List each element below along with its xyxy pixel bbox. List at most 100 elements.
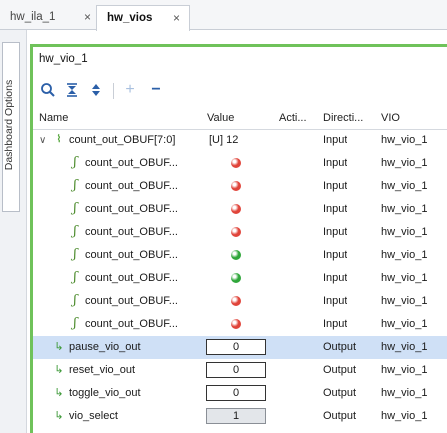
probe-vio: hw_vio_1: [381, 364, 428, 376]
probe-vio: hw_vio_1: [381, 318, 428, 330]
probe-name: toggle_vio_out: [69, 387, 141, 399]
output-probe-icon: ↳: [54, 364, 64, 376]
led-off-icon: [231, 227, 241, 237]
output-probe-icon: ↳: [54, 387, 64, 399]
table-row[interactable]: ʃ count_out_OBUF... Input hw_vio_1: [33, 313, 447, 336]
tab-hw-ila-1[interactable]: hw_ila_1 ×: [0, 5, 96, 29]
probe-direction: Input: [323, 157, 348, 169]
close-icon[interactable]: ×: [173, 6, 180, 30]
table-row[interactable]: ʃ count_out_OBUF... Input hw_vio_1: [33, 152, 447, 175]
probe-direction: Input: [323, 318, 348, 330]
search-icon[interactable]: [37, 79, 59, 101]
probe-name: vio_select: [69, 410, 118, 422]
probe-vio: hw_vio_1: [381, 272, 428, 284]
table-row[interactable]: ʃ count_out_OBUF... Input hw_vio_1: [33, 290, 447, 313]
probe-name: count_out_OBUF...: [85, 272, 178, 284]
probe-value-input[interactable]: 0: [206, 385, 266, 401]
wire-icon: ʃ: [73, 224, 77, 239]
probe-direction: Input: [323, 226, 348, 238]
panel-title: hw_vio_1: [39, 53, 88, 65]
table-row[interactable]: ʃ count_out_OBUF... Input hw_vio_1: [33, 198, 447, 221]
led-on-icon: [231, 250, 241, 260]
vio-dashboard-panel: hw_vio_1 + − Name Value Acti... Directi.…: [30, 44, 447, 433]
toolbar-separator: [113, 83, 114, 99]
led-off-icon: [231, 319, 241, 329]
led-off-icon: [231, 181, 241, 191]
output-probe-icon: ↳: [54, 410, 64, 422]
wire-icon: ʃ: [73, 155, 77, 170]
probe-name: count_out_OBUF[7:0]: [69, 134, 176, 146]
probe-name: count_out_OBUF...: [85, 295, 178, 307]
probe-value-input[interactable]: 0: [206, 339, 266, 355]
chevron-down-icon[interactable]: ∨: [39, 129, 46, 152]
probe-name: pause_vio_out: [69, 341, 141, 353]
table-header: Name Value Acti... Directi... VIO: [33, 107, 447, 130]
probe-direction: Input: [323, 295, 348, 307]
probe-direction: Input: [323, 272, 348, 284]
table-row[interactable]: ↳ vio_select 1 Output hw_vio_1: [33, 405, 447, 428]
probe-direction: Input: [323, 249, 348, 261]
probe-vio: hw_vio_1: [381, 410, 428, 422]
tab-label: hw_ila_1: [10, 11, 56, 23]
wire-icon: ʃ: [73, 316, 77, 331]
table-row[interactable]: ʃ count_out_OBUF... Input hw_vio_1: [33, 244, 447, 267]
bus-icon: ⌇: [56, 134, 62, 145]
wire-icon: ʃ: [73, 178, 77, 193]
probe-direction: Output: [323, 410, 357, 422]
side-strip: Dashboard Options: [0, 30, 27, 433]
add-probe-icon[interactable]: +: [119, 79, 141, 101]
dashboard-options-tab[interactable]: Dashboard Options: [2, 42, 20, 212]
probe-vio: hw_vio_1: [381, 157, 428, 169]
led-off-icon: [231, 158, 241, 168]
table-row[interactable]: ↳ toggle_vio_out 0 Output hw_vio_1: [33, 382, 447, 405]
wire-icon: ʃ: [73, 293, 77, 308]
probe-value-input[interactable]: 0: [206, 362, 266, 378]
column-name[interactable]: Name: [39, 107, 68, 129]
wire-icon: ʃ: [73, 201, 77, 216]
probe-direction: Output: [323, 387, 357, 399]
column-value[interactable]: Value: [207, 107, 234, 129]
probe-vio: hw_vio_1: [381, 203, 428, 215]
probe-direction: Output: [323, 341, 357, 353]
probe-vio: hw_vio_1: [381, 341, 428, 353]
table-row[interactable]: ʃ count_out_OBUF... Input hw_vio_1: [33, 175, 447, 198]
output-probe-icon: ↳: [54, 341, 64, 353]
close-icon[interactable]: ×: [84, 5, 91, 29]
probe-vio: hw_vio_1: [381, 387, 428, 399]
collapse-all-icon[interactable]: [61, 79, 83, 101]
probe-name: count_out_OBUF...: [85, 318, 178, 330]
probe-name: count_out_OBUF...: [85, 226, 178, 238]
dashboard-toolbar: + −: [33, 77, 447, 105]
probe-direction: Input: [323, 203, 348, 215]
column-activity[interactable]: Acti...: [279, 107, 307, 129]
table-row[interactable]: ʃ count_out_OBUF... Input hw_vio_1: [33, 267, 447, 290]
column-vio[interactable]: VIO: [381, 107, 400, 129]
table-row[interactable]: ↳ reset_vio_out 0 Output hw_vio_1: [33, 359, 447, 382]
tab-hw-vios[interactable]: hw_vios ×: [96, 5, 190, 31]
dashboard-options-label: Dashboard Options: [3, 79, 15, 171]
probe-vio: hw_vio_1: [381, 134, 428, 146]
tab-label: hw_vios: [107, 12, 153, 24]
expand-all-icon[interactable]: [85, 79, 107, 101]
led-on-icon: [231, 273, 241, 283]
probe-name: count_out_OBUF...: [85, 249, 178, 261]
remove-probe-icon[interactable]: −: [145, 79, 167, 101]
probe-value-input[interactable]: 1: [206, 408, 266, 424]
probe-vio: hw_vio_1: [381, 249, 428, 261]
table-row[interactable]: ʃ count_out_OBUF... Input hw_vio_1: [33, 221, 447, 244]
probe-value: [U] 12: [209, 134, 239, 146]
probe-direction: Output: [323, 364, 357, 376]
probe-direction: Input: [323, 180, 348, 192]
table-row[interactable]: ↳ pause_vio_out 0 Output hw_vio_1: [33, 336, 447, 359]
table-row[interactable]: ∨ ⌇ count_out_OBUF[7:0] [U] 12 Input hw_vio_1: [33, 129, 447, 152]
probe-vio: hw_vio_1: [381, 226, 428, 238]
probe-name: reset_vio_out: [69, 364, 136, 376]
column-direction[interactable]: Directi...: [323, 107, 363, 129]
wire-icon: ʃ: [73, 247, 77, 262]
probe-vio: hw_vio_1: [381, 295, 428, 307]
led-off-icon: [231, 204, 241, 214]
probe-name: count_out_OBUF...: [85, 203, 178, 215]
probe-direction: Input: [323, 134, 348, 146]
probe-name: count_out_OBUF...: [85, 180, 178, 192]
editor-tab-bar: hw_ila_1 × hw_vios ×: [0, 0, 447, 31]
